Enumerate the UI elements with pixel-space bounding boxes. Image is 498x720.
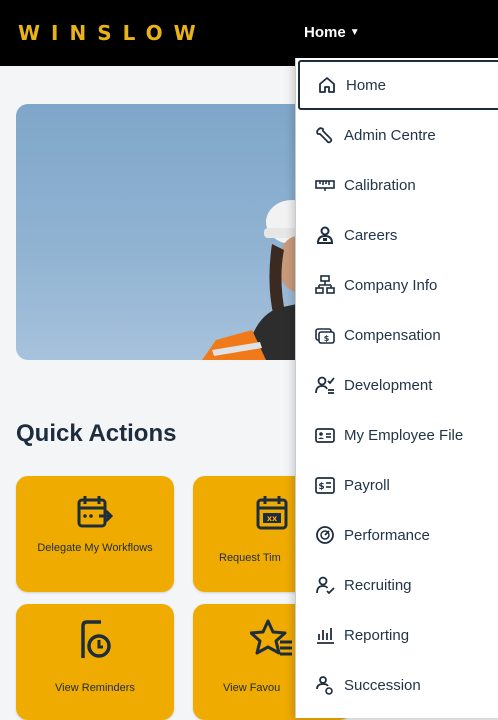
menu-item-label: My Employee File	[344, 426, 464, 444]
bar-chart-icon	[314, 624, 336, 646]
payroll-icon: $	[314, 474, 336, 496]
menu-item-label: Careers	[344, 226, 398, 244]
menu-item-label: Admin Centre	[344, 126, 436, 144]
menu-item-label: Compensation	[344, 326, 441, 344]
menu-item-performance[interactable]: Performance	[296, 510, 498, 560]
person-icon	[314, 224, 336, 246]
menu-item-label: Company Info	[344, 276, 438, 294]
home-dropdown-menu: Home Admin Centre Calibration Careers Co…	[295, 58, 498, 718]
menu-item-development[interactable]: Development	[296, 360, 498, 410]
gauge-icon	[314, 524, 336, 546]
svg-text:xx: xx	[267, 514, 278, 523]
document-clock-icon	[75, 618, 115, 667]
delegate-workflows-label: Delegate My Workflows	[37, 542, 153, 554]
id-card-icon	[314, 424, 336, 446]
menu-item-succession[interactable]: Succession	[296, 660, 498, 710]
menu-item-label: Succession	[344, 676, 421, 694]
wrench-icon	[314, 124, 336, 146]
caret-down-icon: ▼	[349, 27, 360, 38]
winslow-logo[interactable]: WINSLOW	[18, 18, 207, 48]
menu-item-reporting[interactable]: Reporting	[296, 610, 498, 660]
star-list-icon	[249, 618, 294, 663]
succession-icon	[314, 674, 336, 696]
menu-item-label: Reporting	[344, 626, 410, 644]
menu-item-company-info[interactable]: Company Info	[296, 260, 498, 310]
menu-item-careers[interactable]: Careers	[296, 210, 498, 260]
svg-text:$: $	[318, 482, 324, 492]
person-check-icon	[314, 574, 336, 596]
home-icon	[316, 74, 338, 96]
menu-item-payroll[interactable]: $ Payroll	[296, 460, 498, 510]
home-nav-menu-button[interactable]: Home ▼	[304, 24, 360, 41]
calendar-cancel-icon: xx	[252, 494, 292, 537]
calendar-forward-icon	[75, 494, 115, 537]
money-icon: $	[314, 324, 336, 346]
menu-item-label: Home	[346, 76, 387, 94]
menu-item-label: Development	[344, 376, 433, 394]
menu-item-my-employee-file[interactable]: My Employee File	[296, 410, 498, 460]
view-reminders-label: View Reminders	[55, 682, 135, 694]
menu-item-calibration[interactable]: Calibration	[296, 160, 498, 210]
person-development-icon	[314, 374, 336, 396]
delegate-workflows-tile[interactable]: Delegate My Workflows	[16, 476, 174, 592]
quick-actions-title: Quick Actions	[16, 420, 177, 447]
menu-item-admin-centre[interactable]: Admin Centre	[296, 110, 498, 160]
ruler-icon	[314, 174, 336, 196]
view-reminders-tile[interactable]: View Reminders	[16, 604, 174, 720]
menu-item-label: Recruiting	[344, 576, 412, 594]
svg-text:$: $	[324, 334, 330, 343]
menu-item-label: Payroll	[344, 476, 390, 494]
menu-item-home[interactable]: Home	[298, 60, 498, 110]
org-chart-icon	[314, 274, 336, 296]
hero-worker-illustration	[202, 200, 316, 360]
hero-banner-image	[16, 104, 316, 360]
menu-item-label: Calibration	[344, 176, 416, 194]
menu-item-label: Performance	[344, 526, 430, 544]
menu-item-recruiting[interactable]: Recruiting	[296, 560, 498, 610]
top-bar: WINSLOW Home ▼	[0, 0, 498, 66]
home-nav-label: Home	[304, 24, 346, 41]
menu-item-compensation[interactable]: $ Compensation	[296, 310, 498, 360]
